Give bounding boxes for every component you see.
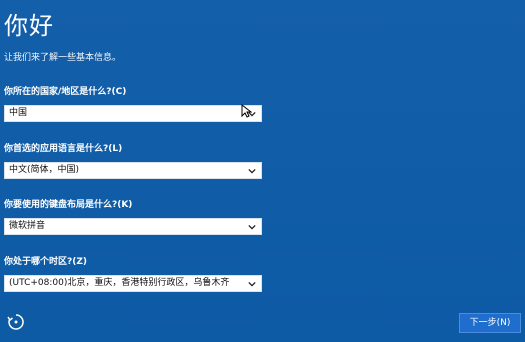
app-language-value: 中文(简体，中国) — [9, 165, 80, 175]
keyboard-layout-select[interactable]: 微软拼音 — [4, 218, 262, 235]
keyboard-layout-value: 微软拼音 — [9, 221, 46, 231]
chevron-down-icon — [248, 281, 256, 287]
country-region-label: 你所在的国家/地区是什么?(C) — [4, 87, 127, 97]
keyboard-layout-label: 你要使用的键盘布局是什么?(K) — [4, 200, 133, 210]
page-title: 你好 — [4, 12, 54, 40]
accessibility-icon[interactable] — [6, 312, 26, 332]
country-region-value: 中国 — [9, 108, 28, 118]
timezone-label: 你处于哪个时区?(Z) — [4, 257, 87, 267]
timezone-value: (UTC+08:00)北京，重庆，香港特别行政区，乌鲁木齐 — [9, 278, 230, 288]
mouse-cursor-icon — [241, 104, 252, 118]
chevron-down-icon — [248, 168, 256, 174]
app-language-select[interactable]: 中文(简体，中国) — [4, 162, 262, 179]
next-button[interactable]: 下一步(N) — [459, 313, 521, 333]
chevron-down-icon — [248, 224, 256, 230]
oobe-region-setup-screen: 你好 让我们来了解一些基本信息。 你所在的国家/地区是什么?(C) 中国 你首选… — [0, 0, 525, 342]
country-region-select[interactable]: 中国 — [4, 105, 262, 122]
page-subtitle: 让我们来了解一些基本信息。 — [4, 53, 122, 63]
timezone-select[interactable]: (UTC+08:00)北京，重庆，香港特别行政区，乌鲁木齐 — [4, 275, 262, 292]
app-language-label: 你首选的应用语言是什么?(L) — [4, 144, 123, 154]
